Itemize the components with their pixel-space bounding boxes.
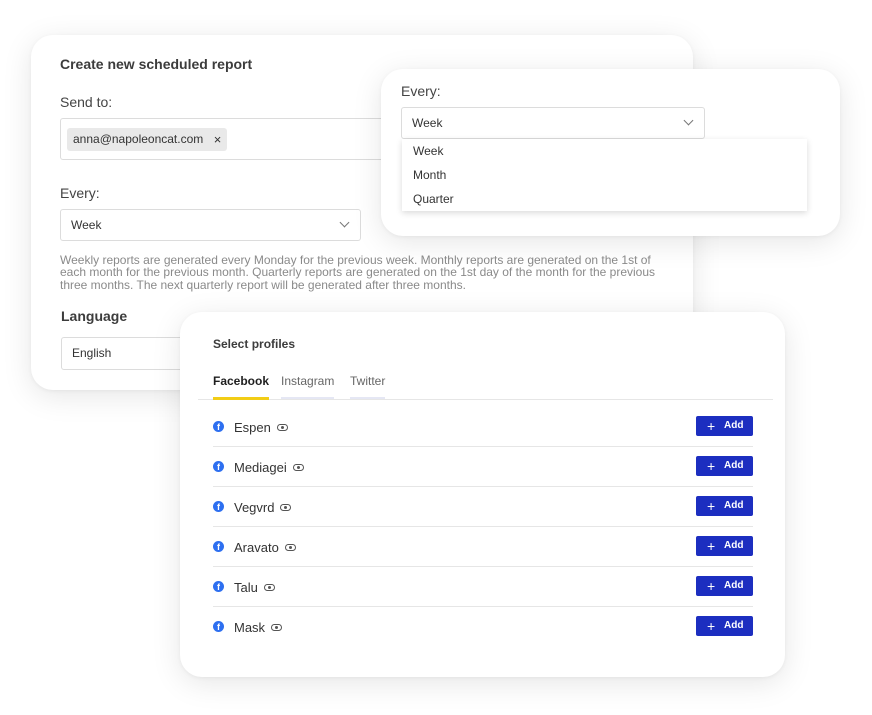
option-week[interactable]: Week: [402, 139, 807, 163]
add-label: Add: [724, 460, 744, 471]
add-profile-button[interactable]: + Add: [696, 536, 753, 556]
plus-icon: +: [707, 458, 716, 474]
every-label: Every:: [401, 83, 441, 99]
language-select-value: English: [72, 346, 112, 360]
profile-name-text: Aravato: [234, 540, 279, 555]
chevron-down-icon: [339, 217, 350, 228]
add-profile-button[interactable]: + Add: [696, 496, 753, 516]
eye-icon[interactable]: [263, 584, 275, 592]
list-item: f Talu + Add: [213, 567, 753, 607]
close-icon[interactable]: ×: [214, 128, 222, 151]
plus-icon: +: [707, 578, 716, 594]
add-profile-button[interactable]: + Add: [696, 456, 753, 476]
tab-twitter[interactable]: Twitter: [350, 374, 386, 399]
plus-icon: +: [707, 498, 716, 514]
report-title: Create new scheduled report: [60, 56, 253, 72]
option-month[interactable]: Month: [402, 163, 807, 187]
profiles-title: Select profiles: [213, 337, 296, 351]
facebook-icon: f: [213, 621, 224, 632]
tab-facebook[interactable]: Facebook: [213, 374, 270, 400]
every-select-value: Week: [71, 218, 102, 232]
eye-icon[interactable]: [292, 464, 304, 472]
profile-name-text: Mask: [234, 620, 266, 635]
add-profile-button[interactable]: + Add: [696, 576, 753, 596]
tab-instagram[interactable]: Instagram: [281, 374, 335, 399]
every-label: Every:: [60, 185, 100, 201]
eye-icon[interactable]: [276, 424, 288, 432]
add-profile-button[interactable]: + Add: [696, 416, 753, 436]
chevron-down-icon: [683, 115, 694, 126]
list-item: f Aravato + Add: [213, 527, 753, 567]
every-select[interactable]: Week: [60, 209, 361, 241]
add-label: Add: [724, 420, 744, 431]
profile-name: Espen: [234, 420, 288, 435]
plus-icon: +: [707, 618, 716, 634]
plus-icon: +: [707, 418, 716, 434]
profile-name-text: Talu: [234, 580, 258, 595]
add-label: Add: [724, 540, 744, 551]
eye-icon[interactable]: [284, 544, 296, 552]
profile-name-text: Espen: [234, 420, 271, 435]
language-label: Language: [61, 308, 128, 324]
list-item: f Mediagei + Add: [213, 447, 753, 487]
option-quarter[interactable]: Quarter: [402, 187, 807, 211]
add-label: Add: [724, 580, 744, 591]
profile-name: Mask: [234, 620, 283, 635]
select-profiles-card: Select profiles Facebook Instagram Twitt…: [180, 312, 785, 677]
facebook-icon: f: [213, 461, 224, 472]
eye-icon[interactable]: [271, 624, 283, 632]
profile-name-text: Mediagei: [234, 460, 287, 475]
facebook-icon: f: [213, 501, 224, 512]
profile-name: Vegvrd: [234, 500, 292, 515]
every-select[interactable]: Week: [401, 107, 705, 139]
every-select-value: Week: [412, 116, 443, 130]
profile-name-text: Vegvrd: [234, 500, 275, 515]
every-options-list: Week Month Quarter: [402, 139, 807, 211]
send-to-label: Send to:: [60, 94, 113, 110]
profile-name: Aravato: [234, 540, 296, 555]
profile-name: Talu: [234, 580, 275, 595]
facebook-icon: f: [213, 421, 224, 432]
eye-icon[interactable]: [280, 504, 292, 512]
every-dropdown-card: Every: Week Week Month Quarter: [381, 69, 840, 236]
plus-icon: +: [707, 538, 716, 554]
add-profile-button[interactable]: + Add: [696, 616, 753, 636]
tabs-divider: [198, 399, 773, 400]
list-item: f Vegvrd + Add: [213, 487, 753, 527]
frequency-description: Weekly reports are generated every Monda…: [60, 253, 656, 292]
list-item: f Espen + Add: [213, 407, 753, 447]
email-chip-text: anna@napoleoncat.com: [73, 132, 204, 146]
email-chip: anna@napoleoncat.com ×: [67, 128, 228, 151]
facebook-icon: f: [213, 581, 224, 592]
facebook-icon: f: [213, 541, 224, 552]
profile-list: f Espen + Add f Mediagei + Add f Vegvrd + A…: [213, 407, 753, 647]
list-item: f Mask + Add: [213, 607, 753, 647]
add-label: Add: [724, 500, 744, 511]
profile-name: Mediagei: [234, 460, 304, 475]
add-label: Add: [724, 620, 744, 631]
